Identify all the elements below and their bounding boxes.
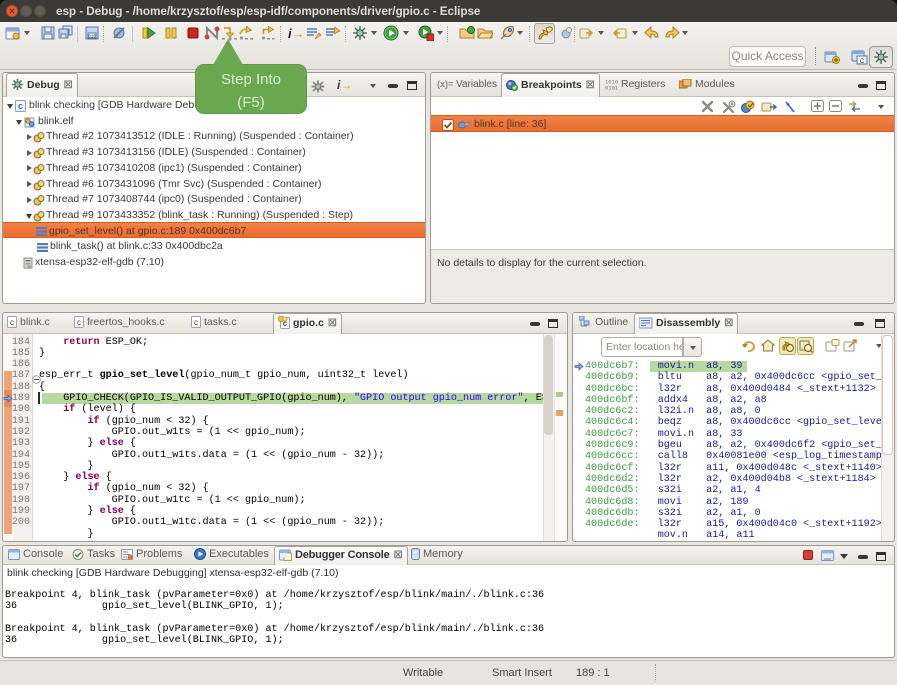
svg-text:c: c	[18, 101, 23, 111]
svg-text:C: C	[860, 59, 865, 65]
svg-text:c: c	[10, 318, 14, 327]
svg-text:!: !	[129, 555, 130, 560]
svg-text:c: c	[194, 318, 198, 327]
svg-text:010: 010	[88, 34, 96, 40]
svg-text:0101: 0101	[605, 85, 618, 91]
svg-text:c: c	[77, 318, 81, 327]
